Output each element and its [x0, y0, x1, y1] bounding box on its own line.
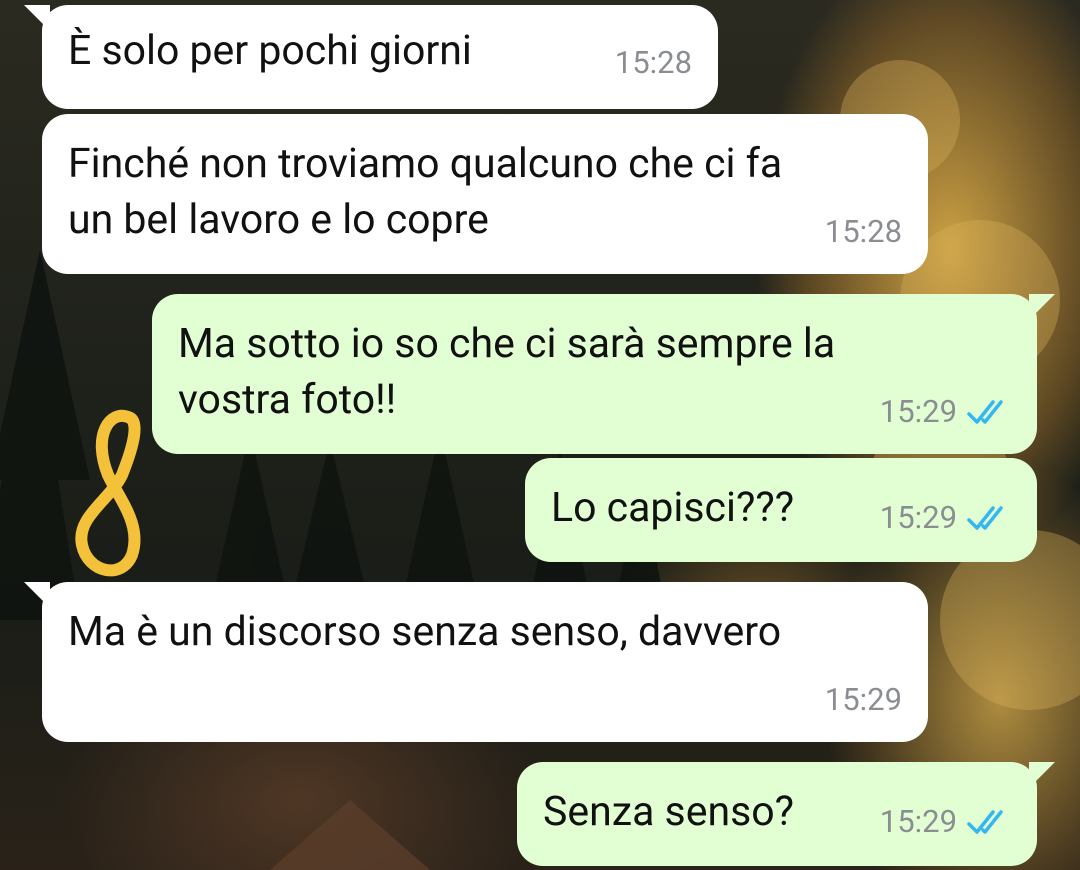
- outgoing-message[interactable]: Lo capisci??? 15:29: [525, 458, 1037, 562]
- message-meta: 15:29: [880, 490, 1011, 546]
- double-check-icon: [967, 506, 1003, 530]
- incoming-message[interactable]: Finché non troviamo qualcuno che ci fa u…: [42, 114, 928, 274]
- message-time: 15:29: [879, 499, 957, 536]
- message-time: 15:29: [879, 393, 957, 430]
- message-time: 15:29: [879, 803, 957, 840]
- message-text: Finché non troviamo qualcuno che ci fa u…: [68, 140, 783, 244]
- message-text: Ma è un discorso senza senso, davvero: [68, 608, 782, 656]
- bubble-tail: [1029, 294, 1055, 320]
- message-text: Ma sotto io so che ci sarà sempre la vos…: [178, 320, 836, 424]
- double-check-icon: [967, 400, 1003, 424]
- hand-drawn-loop-doodle: [75, 409, 141, 577]
- incoming-message[interactable]: Ma è un discorso senza senso, davvero 15…: [24, 582, 928, 742]
- outgoing-message[interactable]: Ma sotto io so che ci sarà sempre la vos…: [152, 294, 1055, 454]
- message-text: Lo capisci???: [551, 484, 795, 532]
- message-meta: 15:29: [825, 672, 902, 728]
- bubble-tail: [24, 5, 50, 31]
- message-meta: 15:28: [615, 35, 692, 91]
- message-meta: 15:29: [880, 794, 1011, 850]
- outgoing-message[interactable]: Senza senso? 15:29: [517, 762, 1055, 866]
- message-meta: 15:28: [825, 204, 902, 260]
- bubble-tail: [1029, 762, 1055, 788]
- message-text: È solo per pochi giorni: [68, 27, 472, 75]
- message-meta: 15:29: [880, 384, 1011, 440]
- message-time: 15:28: [614, 44, 692, 81]
- bubble-tail: [24, 582, 50, 608]
- double-check-icon: [967, 810, 1003, 834]
- incoming-message[interactable]: È solo per pochi giorni 15:28: [24, 5, 718, 109]
- message-text: Senza senso?: [543, 788, 795, 836]
- message-time: 15:28: [824, 213, 902, 250]
- message-time: 15:29: [824, 681, 902, 718]
